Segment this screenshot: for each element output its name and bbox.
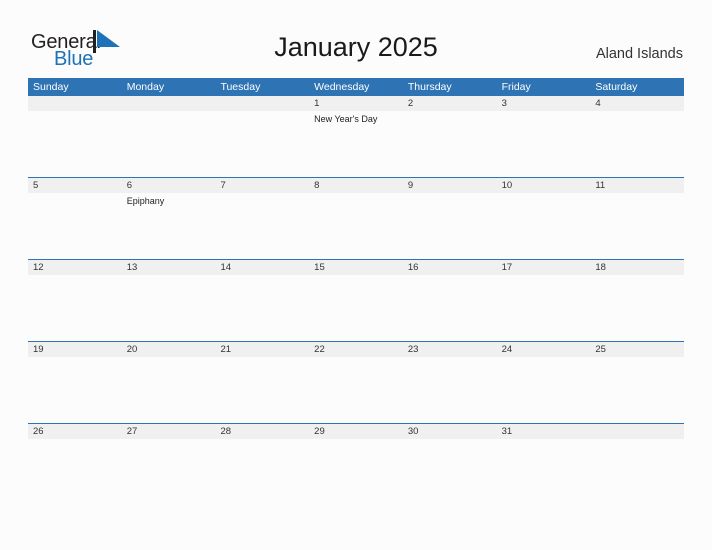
day-cell[interactable] <box>309 193 403 259</box>
weekday-header-saturday: Saturday <box>595 81 638 93</box>
day-cell[interactable] <box>590 193 684 259</box>
day-cell[interactable]: New Year's Day <box>309 111 403 177</box>
day-cell[interactable] <box>28 357 122 423</box>
day-number[interactable]: 30 <box>403 424 497 439</box>
day-cell[interactable] <box>590 111 684 177</box>
weekday-header-monday: Monday <box>126 81 165 93</box>
day-cell[interactable] <box>590 439 684 505</box>
day-number[interactable]: 6 <box>122 178 216 193</box>
day-number[interactable]: 3 <box>497 96 591 111</box>
day-cell[interactable] <box>309 275 403 341</box>
day-number[interactable]: 4 <box>590 96 684 111</box>
day-number[interactable]: 16 <box>403 260 497 275</box>
day-number[interactable] <box>28 96 122 111</box>
calendar-week-row: 1 2 3 4 New Year's Day <box>28 96 684 177</box>
day-number[interactable] <box>122 96 216 111</box>
weekday-header-wednesday: Wednesday <box>314 81 370 93</box>
day-number[interactable]: 29 <box>309 424 403 439</box>
weekday-header-thursday: Thursday <box>407 81 452 93</box>
day-number[interactable]: 18 <box>590 260 684 275</box>
day-cell[interactable] <box>215 111 309 177</box>
day-cell[interactable]: Epiphany <box>122 193 216 259</box>
day-number[interactable]: 1 <box>309 96 403 111</box>
day-number[interactable]: 14 <box>215 260 309 275</box>
day-cell[interactable] <box>590 275 684 341</box>
day-number[interactable]: 26 <box>28 424 122 439</box>
day-number[interactable]: 10 <box>497 178 591 193</box>
day-number[interactable]: 19 <box>28 342 122 357</box>
day-cell[interactable] <box>403 275 497 341</box>
day-number[interactable] <box>215 96 309 111</box>
day-number[interactable]: 9 <box>403 178 497 193</box>
day-number[interactable]: 17 <box>497 260 591 275</box>
week-date-band: 1 2 3 4 <box>28 96 684 111</box>
week-date-band: 5 6 7 8 9 10 11 <box>28 178 684 193</box>
day-cell[interactable] <box>590 357 684 423</box>
week-date-band: 12 13 14 15 16 17 18 <box>28 260 684 275</box>
calendar-week-row: 19 20 21 22 23 24 25 <box>28 341 684 423</box>
calendar-week-row: 26 27 28 29 30 31 <box>28 423 684 505</box>
day-cell[interactable] <box>215 357 309 423</box>
day-number[interactable]: 22 <box>309 342 403 357</box>
day-cell[interactable] <box>28 275 122 341</box>
week-event-band <box>28 439 684 505</box>
day-number[interactable]: 27 <box>122 424 216 439</box>
day-cell[interactable] <box>122 275 216 341</box>
calendar-grid: Sunday Monday Tuesday Wednesday Thursday… <box>28 78 684 505</box>
day-cell[interactable] <box>122 439 216 505</box>
day-cell[interactable] <box>215 275 309 341</box>
day-number[interactable] <box>590 424 684 439</box>
day-number[interactable]: 24 <box>497 342 591 357</box>
day-cell[interactable] <box>122 111 216 177</box>
day-number[interactable]: 20 <box>122 342 216 357</box>
day-cell[interactable] <box>403 111 497 177</box>
weekday-header-sunday: Sunday <box>33 81 69 93</box>
day-cell[interactable] <box>309 439 403 505</box>
day-event-label: Epiphany <box>126 196 165 206</box>
day-cell[interactable] <box>497 275 591 341</box>
day-number[interactable]: 25 <box>590 342 684 357</box>
week-event-band <box>28 357 684 423</box>
day-cell[interactable] <box>497 111 591 177</box>
location-label: Aland Islands <box>595 46 683 62</box>
weekday-header-row: Sunday Monday Tuesday Wednesday Thursday… <box>28 78 684 96</box>
week-event-band: New Year's Day <box>28 111 684 177</box>
day-number[interactable]: 5 <box>28 178 122 193</box>
calendar-week-row: 12 13 14 15 16 17 18 <box>28 259 684 341</box>
page-header: General Blue January 2025 Aland Islands <box>0 0 712 78</box>
week-event-band: Epiphany <box>28 193 684 259</box>
week-date-band: 26 27 28 29 30 31 <box>28 424 684 439</box>
day-number[interactable]: 28 <box>215 424 309 439</box>
day-cell[interactable] <box>403 357 497 423</box>
day-cell[interactable] <box>122 357 216 423</box>
day-cell[interactable] <box>215 439 309 505</box>
day-number[interactable]: 31 <box>497 424 591 439</box>
day-cell[interactable] <box>28 111 122 177</box>
day-cell[interactable] <box>497 439 591 505</box>
day-cell[interactable] <box>28 193 122 259</box>
week-event-band <box>28 275 684 341</box>
day-number[interactable]: 13 <box>122 260 216 275</box>
day-number[interactable]: 23 <box>403 342 497 357</box>
weekday-header-tuesday: Tuesday <box>220 81 261 93</box>
day-number[interactable]: 8 <box>309 178 403 193</box>
day-number[interactable]: 21 <box>215 342 309 357</box>
day-cell[interactable] <box>403 193 497 259</box>
day-number[interactable]: 12 <box>28 260 122 275</box>
day-cell[interactable] <box>215 193 309 259</box>
day-cell[interactable] <box>497 357 591 423</box>
day-number[interactable]: 11 <box>590 178 684 193</box>
day-cell[interactable] <box>309 357 403 423</box>
day-number[interactable]: 2 <box>403 96 497 111</box>
calendar-week-row: 5 6 7 8 9 10 11 Epiphany <box>28 177 684 259</box>
day-number[interactable]: 7 <box>215 178 309 193</box>
day-cell[interactable] <box>403 439 497 505</box>
day-cell[interactable] <box>28 439 122 505</box>
day-number[interactable]: 15 <box>309 260 403 275</box>
day-cell[interactable] <box>497 193 591 259</box>
week-date-band: 19 20 21 22 23 24 25 <box>28 342 684 357</box>
day-event-label: New Year's Day <box>314 114 378 124</box>
weekday-header-friday: Friday <box>501 81 531 93</box>
